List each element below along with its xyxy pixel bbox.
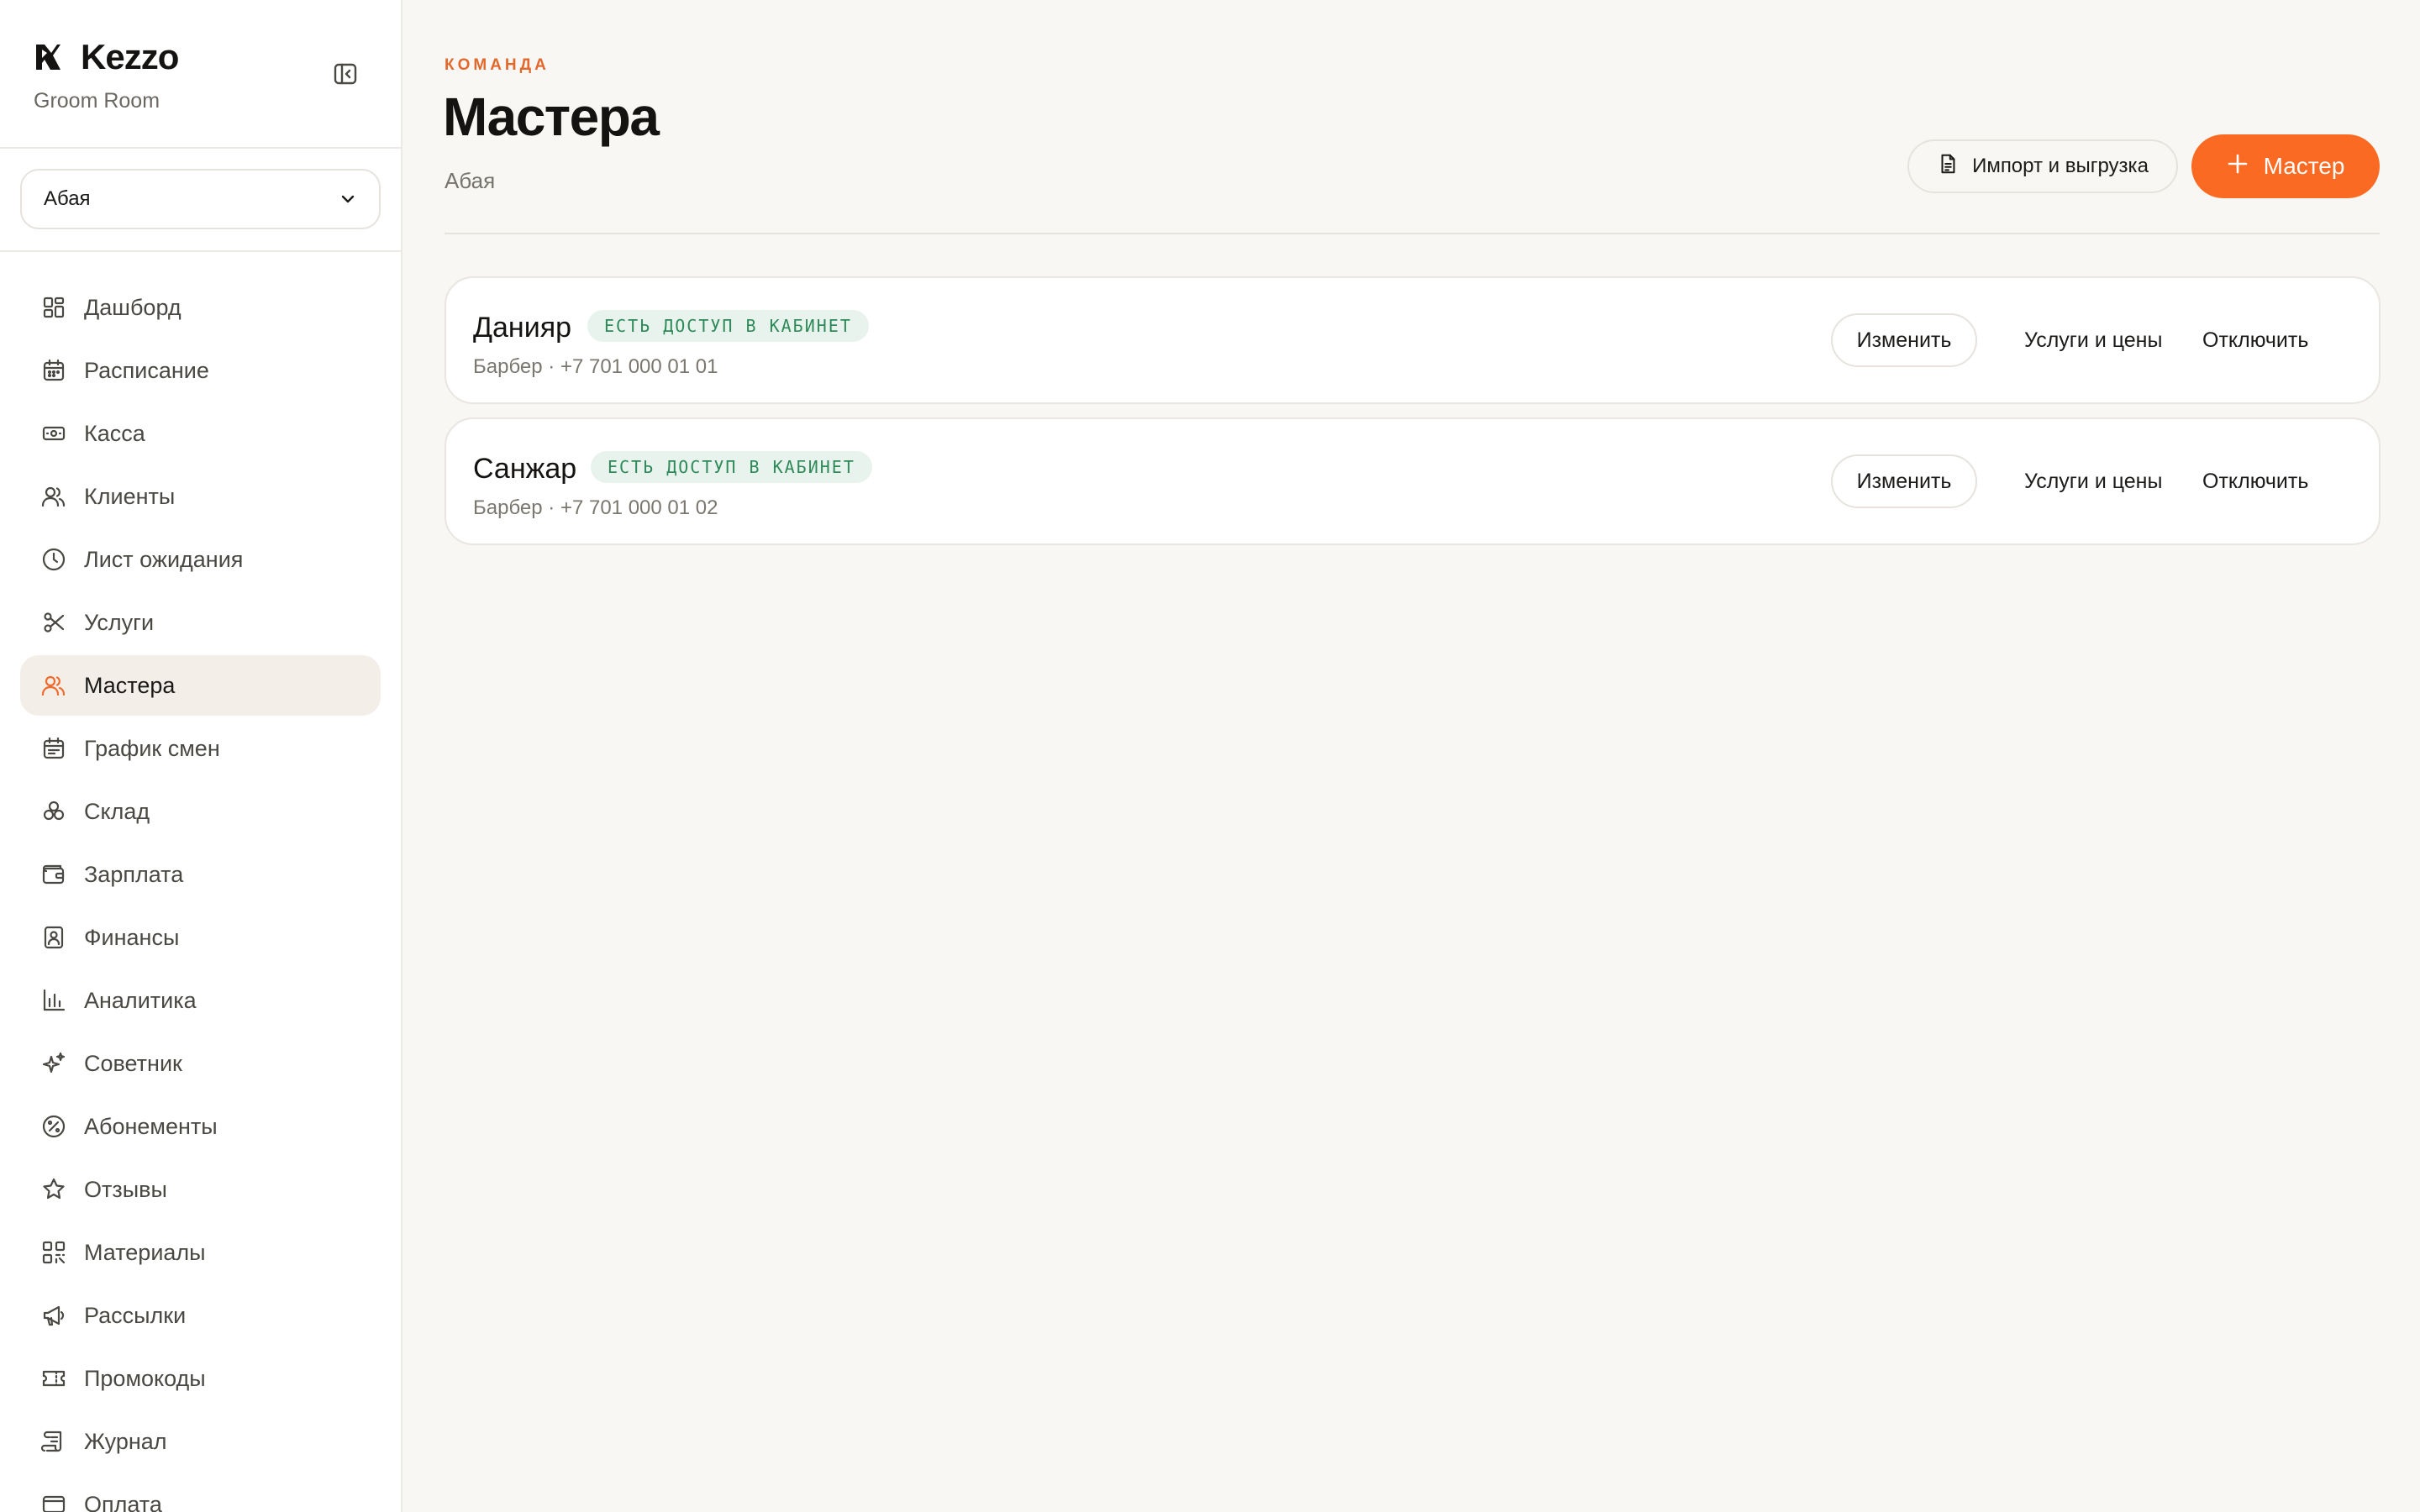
sidebar-item[interactable]: Зарплата	[20, 844, 381, 905]
sidebar-item-label: Клиенты	[84, 483, 176, 509]
sidebar-item-label: Зарплата	[84, 861, 184, 887]
plus-icon	[2227, 153, 2249, 181]
branch-select-wrap: Абая	[0, 149, 401, 252]
sparkles-icon	[40, 1050, 67, 1077]
sidebar-item-label: Мастера	[84, 672, 176, 698]
master-card: Санжар ЕСТЬ ДОСТУП В КАБИНЕТ Барбер · +7…	[445, 417, 2381, 545]
sidebar-item-label: Материалы	[84, 1239, 206, 1265]
scissors-icon	[40, 609, 67, 636]
sidebar-item[interactable]: Аналитика	[20, 970, 381, 1031]
sidebar-item[interactable]: Склад	[20, 781, 381, 842]
sidebar: Kezzo Groom Room Абая Дашборд Расписание К…	[0, 0, 402, 1512]
sidebar-item-label: Советник	[84, 1050, 182, 1076]
sidebar-item-label: Журнал	[84, 1428, 167, 1454]
disable-master-button[interactable]: Отключить	[2202, 470, 2308, 494]
megaphone-icon	[40, 1302, 67, 1329]
sidebar-item[interactable]: Материалы	[20, 1222, 381, 1283]
sidebar-item-label: Промокоды	[84, 1365, 206, 1391]
warehouse-icon	[40, 798, 67, 825]
main-content: КОМАНДА Мастера Абая Импорт и выгрузка М…	[402, 0, 2420, 1512]
import-export-label: Импорт и выгрузка	[1972, 155, 2149, 177]
clock-icon	[40, 546, 67, 573]
page-title: Мастера	[443, 87, 660, 147]
sidebar-item-label: Дашборд	[84, 294, 182, 320]
branch-select[interactable]: Абая	[20, 169, 381, 229]
add-master-button[interactable]: Мастер	[2191, 134, 2380, 198]
sidebar-item[interactable]: Советник	[20, 1033, 381, 1094]
dashboard-icon	[40, 294, 67, 321]
sidebar-item[interactable]: Оплата	[20, 1474, 381, 1512]
sidebar-item[interactable]: Лист ожидания	[20, 529, 381, 590]
percent-badge-icon	[40, 1113, 67, 1140]
sidebar-item-label: Касса	[84, 420, 145, 446]
sidebar-item-label: Расписание	[84, 357, 209, 383]
sidebar-item-label: Аналитика	[84, 987, 197, 1013]
import-export-button[interactable]: Импорт и выгрузка	[1907, 139, 2178, 193]
collapse-sidebar-icon[interactable]	[332, 60, 359, 87]
ticket-icon	[40, 1365, 67, 1392]
sidebar-item-label: Лист ожидания	[84, 546, 244, 572]
edit-master-button[interactable]: Изменить	[1831, 313, 1977, 367]
services-prices-button[interactable]: Услуги и цены	[2024, 328, 2162, 353]
chart-icon	[40, 987, 67, 1014]
sidebar-item[interactable]: Услуги	[20, 592, 381, 653]
sidebar-item[interactable]: Клиенты	[20, 466, 381, 527]
sidebar-item[interactable]: Абонементы	[20, 1096, 381, 1157]
sidebar-item[interactable]: График смен	[20, 718, 381, 779]
page-subtitle: Абая	[445, 168, 496, 193]
sidebar-item-label: Услуги	[84, 609, 155, 635]
master-name: Санжар	[473, 453, 577, 485]
sidebar-item-label: Склад	[84, 798, 150, 824]
branch-select-value: Абая	[44, 187, 91, 210]
app-root: Kezzo Groom Room Абая Дашборд Расписание К…	[0, 0, 2420, 1512]
sidebar-item[interactable]: Журнал	[20, 1411, 381, 1472]
schedule-icon	[40, 735, 67, 762]
brand-name: Kezzo	[81, 37, 179, 76]
sidebar-item-label: Финансы	[84, 924, 180, 950]
access-badge: ЕСТЬ ДОСТУП В КАБИНЕТ	[591, 451, 872, 483]
sidebar-item-label: График смен	[84, 735, 220, 761]
sidebar-item[interactable]: Промокоды	[20, 1348, 381, 1409]
finance-icon	[40, 924, 67, 951]
services-prices-button[interactable]: Услуги и цены	[2024, 470, 2162, 494]
brand-row: Kezzo	[34, 37, 367, 77]
sidebar-item-label: Рассылки	[84, 1302, 187, 1328]
sidebar-item-label: Абонементы	[84, 1113, 218, 1139]
sidebar-nav: Дашборд Расписание Касса Клиенты Лист ожидан…	[0, 252, 401, 1512]
scroll-icon	[40, 1428, 67, 1455]
kezzo-logo-icon	[34, 43, 62, 71]
star-icon	[40, 1176, 67, 1203]
card-icon	[40, 1491, 67, 1512]
wallet-icon	[40, 861, 67, 888]
sidebar-item[interactable]: Касса	[20, 403, 381, 464]
cash-icon	[40, 420, 67, 447]
master-meta: Барбер · +7 701 000 01 01	[473, 355, 718, 378]
chevron-down-icon	[339, 190, 357, 208]
calendar-icon	[40, 357, 67, 384]
sidebar-item[interactable]: Рассылки	[20, 1285, 381, 1346]
sidebar-item[interactable]: Отзывы	[20, 1159, 381, 1220]
document-icon	[1937, 153, 1959, 181]
users-icon	[40, 483, 67, 510]
sidebar-item[interactable]: Финансы	[20, 907, 381, 968]
sidebar-item-label: Отзывы	[84, 1176, 167, 1202]
masters-icon	[40, 672, 67, 699]
brand-header: Kezzo Groom Room	[0, 0, 401, 149]
disable-master-button[interactable]: Отключить	[2202, 328, 2308, 353]
sidebar-item[interactable]: Расписание	[20, 340, 381, 401]
qr-icon	[40, 1239, 67, 1266]
brand-subtitle: Groom Room	[34, 89, 160, 113]
page-eyebrow: КОМАНДА	[445, 56, 550, 74]
header-divider	[445, 233, 2380, 234]
master-card: Данияр ЕСТЬ ДОСТУП В КАБИНЕТ Барбер · +7…	[445, 276, 2381, 404]
sidebar-item-label: Оплата	[84, 1491, 162, 1512]
access-badge: ЕСТЬ ДОСТУП В КАБИНЕТ	[587, 310, 869, 342]
master-name: Данияр	[473, 312, 572, 344]
master-meta: Барбер · +7 701 000 01 02	[473, 496, 718, 519]
sidebar-item[interactable]: Мастера	[20, 655, 381, 716]
add-master-label: Мастер	[2263, 153, 2345, 179]
edit-master-button[interactable]: Изменить	[1831, 454, 1977, 508]
sidebar-item[interactable]: Дашборд	[20, 277, 381, 338]
